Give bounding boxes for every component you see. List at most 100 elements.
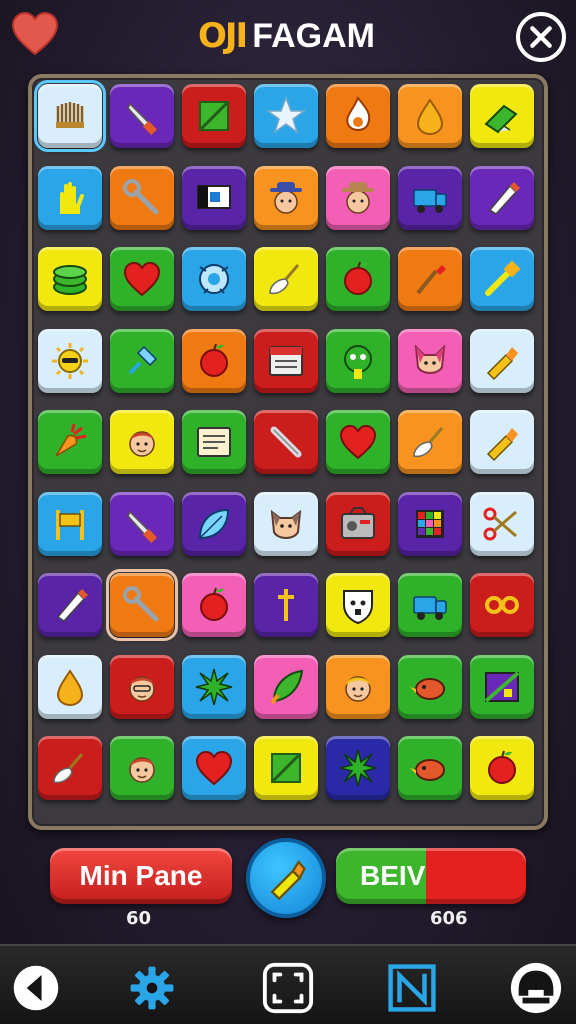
tile-r6-c6[interactable] (398, 491, 462, 556)
apple-icon (200, 587, 228, 621)
heart-icon[interactable] (10, 10, 60, 58)
tile-r6-c3[interactable] (182, 491, 246, 556)
tile-r3-c5[interactable] (326, 247, 390, 311)
tile-r5-c4[interactable] (254, 410, 318, 474)
truck-icon (413, 188, 447, 213)
back-button[interactable] (8, 960, 64, 1016)
tile-r8-c7[interactable] (470, 654, 534, 719)
tile-r1-c4[interactable] (254, 84, 318, 148)
expand-button[interactable] (260, 960, 316, 1016)
tile-r5-c5[interactable] (326, 410, 390, 474)
tile-r7-c4[interactable] (254, 573, 318, 637)
tile-r6-c7[interactable] (470, 491, 534, 556)
feather-broom-icon (269, 264, 300, 295)
tile-r3-c2[interactable] (110, 247, 174, 311)
tile-r6-c4[interactable] (254, 491, 318, 556)
tile-r2-c3[interactable] (182, 165, 246, 230)
tile-r4-c2[interactable] (110, 328, 174, 393)
beiv-button[interactable]: BEIV (336, 848, 526, 904)
tile-r5-c6[interactable] (398, 410, 462, 474)
tile-r7-c2[interactable] (106, 569, 178, 641)
tile-r1-c5[interactable] (326, 84, 390, 148)
tile-r2-c6[interactable] (398, 165, 462, 230)
close-icon (530, 26, 552, 48)
tile-r2-c7[interactable] (470, 165, 534, 230)
tile-r6-c1[interactable] (38, 491, 102, 556)
profile-button[interactable] (508, 960, 564, 1016)
tile-r2-c1[interactable] (38, 165, 102, 230)
tile-r7-c1[interactable] (38, 573, 102, 637)
tile-r3-c3[interactable] (182, 247, 246, 311)
tile-r4-c3[interactable] (182, 328, 246, 393)
helmet-icon (510, 962, 562, 1014)
tile-r2-c5[interactable] (326, 165, 390, 230)
tile-r1-c3[interactable] (182, 84, 246, 148)
n-logo-icon (388, 964, 436, 1012)
heart-icon (339, 424, 377, 460)
pen-icon (488, 181, 520, 215)
n-logo-button[interactable] (384, 960, 440, 1016)
tile-r8-c4[interactable] (254, 654, 318, 719)
burst-icon (339, 749, 377, 787)
crayon-icon (486, 346, 518, 380)
tile-r4-c5[interactable] (326, 328, 390, 393)
tile-r9-c4[interactable] (254, 736, 318, 800)
blond-face-icon (345, 675, 371, 702)
tile-r2-c2[interactable] (110, 165, 174, 230)
tile-r9-c1[interactable] (38, 736, 102, 800)
tile-r5-c7[interactable] (470, 410, 534, 474)
settings-button[interactable] (124, 960, 180, 1016)
heart-icon (123, 261, 161, 297)
tile-r8-c1[interactable] (38, 654, 102, 719)
tile-r4-c4[interactable] (254, 328, 318, 393)
tile-r9-c7[interactable] (470, 736, 534, 800)
tile-r8-c3[interactable] (182, 654, 246, 719)
tile-r9-c5[interactable] (326, 736, 390, 800)
boy-face-icon (129, 757, 155, 783)
tile-r3-c7[interactable] (470, 247, 534, 311)
cowboy-face-icon (270, 181, 302, 214)
tile-r8-c2[interactable] (110, 654, 174, 719)
tile-r5-c3[interactable] (182, 410, 246, 474)
right-score: 606 (430, 908, 468, 929)
man-face-icon (129, 675, 155, 702)
brush-icon (416, 265, 446, 295)
tile-r9-c3[interactable] (182, 736, 246, 800)
tool-icon (485, 260, 521, 296)
tile-r1-c6[interactable] (398, 84, 462, 148)
tile-r8-c5[interactable] (326, 654, 390, 719)
sun-icon (52, 342, 88, 379)
tile-r3-c1[interactable] (38, 247, 102, 311)
tile-r3-c4[interactable] (254, 247, 318, 311)
flag-icon (197, 184, 231, 209)
tile-r3-c6[interactable] (398, 247, 462, 311)
crayon-icon (270, 859, 306, 901)
boy-face-icon (129, 431, 155, 457)
tile-r1-c7[interactable] (470, 84, 534, 148)
leaf-icon (198, 508, 230, 539)
tile-r6-c2[interactable] (110, 491, 174, 556)
tile-r4-c6[interactable] (398, 328, 462, 393)
fox-face-icon (414, 343, 446, 374)
droplet-icon (416, 98, 444, 136)
tile-r1-c1[interactable] (34, 80, 106, 152)
tile-r4-c1[interactable] (38, 328, 102, 393)
tile-r7-c6[interactable] (398, 573, 462, 637)
tile-r9-c6[interactable] (398, 736, 462, 800)
tile-r2-c4[interactable] (254, 165, 318, 230)
tile-r4-c7[interactable] (470, 328, 534, 393)
tile-r7-c5[interactable] (326, 573, 390, 637)
tile-r7-c7[interactable] (470, 573, 534, 637)
tile-r5-c1[interactable] (38, 410, 102, 474)
tile-r8-c6[interactable] (398, 654, 462, 719)
tile-r6-c5[interactable] (326, 491, 390, 556)
min-pane-button[interactable]: Min Pane (50, 848, 232, 904)
tile-r9-c2[interactable] (110, 736, 174, 800)
tile-r5-c2[interactable] (110, 410, 174, 474)
robot-icon (199, 264, 229, 294)
close-button[interactable] (516, 12, 566, 62)
tile-r7-c3[interactable] (182, 573, 246, 637)
booster-button[interactable] (246, 838, 326, 918)
apple-icon (488, 750, 516, 784)
tile-r1-c2[interactable] (110, 84, 174, 148)
